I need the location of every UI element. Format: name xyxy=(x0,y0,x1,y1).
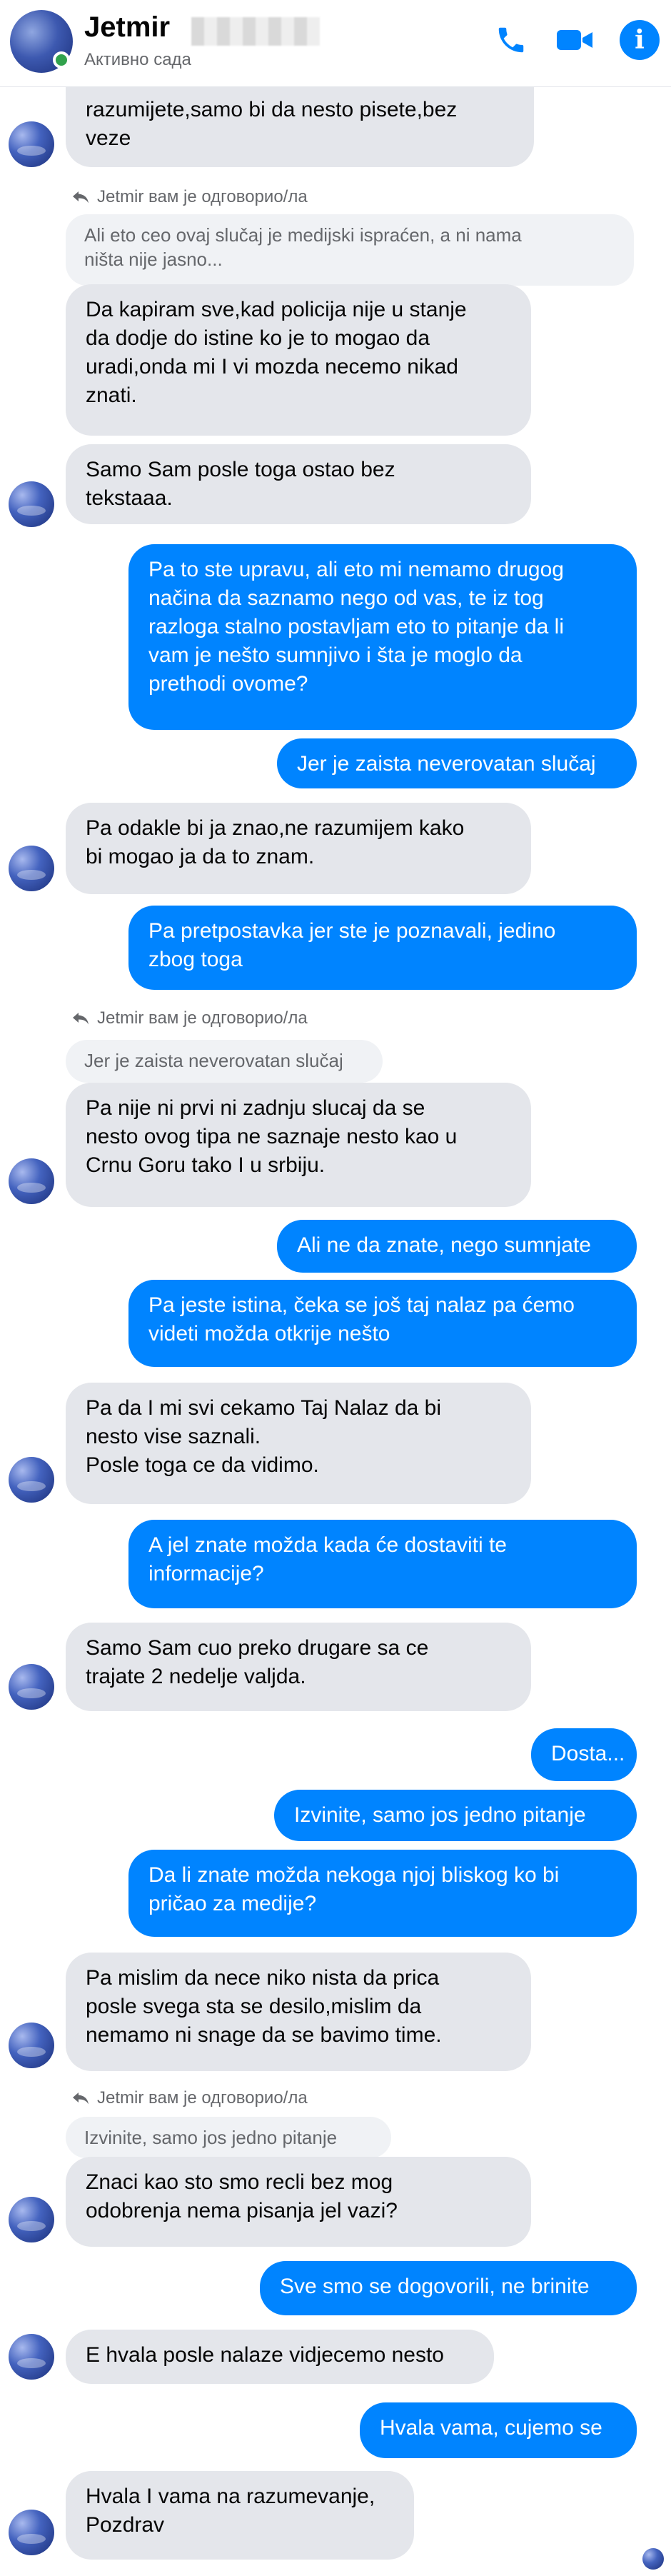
chat-header: Jetmir Активно сада i xyxy=(0,0,671,87)
incoming-message[interactable]: razumijete,samo bi da nesto pisete,bez v… xyxy=(66,87,534,167)
quoted-message[interactable]: Jer je zaista neverovatan slučaj xyxy=(66,1040,383,1083)
quoted-message[interactable]: Izvinite, samo jos jedno pitanje xyxy=(66,2117,391,2158)
sender-avatar[interactable] xyxy=(9,121,54,167)
reply-indicator: Jetmir вам је одговорио/ла xyxy=(71,1008,308,1028)
phone-icon[interactable] xyxy=(490,19,533,61)
outgoing-message[interactable]: Da li znate možda nekoga njoj bliskog ko… xyxy=(128,1850,637,1937)
outgoing-message[interactable]: Pa jeste istina, čeka se još taj nalaz p… xyxy=(128,1280,637,1367)
quoted-message[interactable]: Ali eto ceo ovaj slučaj je medijski ispr… xyxy=(66,214,634,286)
reply-indicator: Jetmir вам је одговорио/ла xyxy=(71,187,308,207)
sender-avatar[interactable] xyxy=(9,846,54,891)
sender-avatar[interactable] xyxy=(9,2197,54,2242)
sender-avatar[interactable] xyxy=(9,2023,54,2068)
incoming-message[interactable]: Pa nije ni prvi ni zadnju slucaj da se n… xyxy=(66,1083,531,1207)
sender-avatar[interactable] xyxy=(9,1664,54,1710)
sender-avatar[interactable] xyxy=(9,2510,54,2555)
outgoing-message[interactable]: Dosta... xyxy=(531,1728,637,1781)
sender-avatar[interactable] xyxy=(9,2334,54,2380)
incoming-message[interactable]: E hvala posle nalaze vidjecemo nesto xyxy=(66,2330,494,2384)
outgoing-message[interactable]: A jel znate možda kada će dostaviti te i… xyxy=(128,1520,637,1608)
outgoing-message[interactable]: Ali ne da znate, nego sumnjate xyxy=(277,1220,637,1273)
sender-avatar[interactable] xyxy=(9,1158,54,1204)
reply-label-text: Jetmir вам је одговорио/ла xyxy=(97,187,308,206)
outgoing-message[interactable]: Hvala vama, cujemo se xyxy=(360,2402,637,2458)
reply-arrow-icon xyxy=(73,2093,89,2105)
reply-arrow-icon xyxy=(73,191,89,204)
contact-status: Активно сада xyxy=(84,50,191,69)
video-icon[interactable] xyxy=(554,19,597,61)
sender-avatar[interactable] xyxy=(9,481,54,527)
outgoing-message[interactable]: Pa to ste upravu, ali eto mi nemamo drug… xyxy=(128,544,637,730)
reply-arrow-icon xyxy=(73,1013,89,1025)
sender-avatar[interactable] xyxy=(9,1457,54,1503)
incoming-message[interactable]: Da kapiram sve,kad policija nije u stanj… xyxy=(66,284,531,436)
incoming-message[interactable]: Pa odakle bi ja znao,ne razumijem kako b… xyxy=(66,803,531,894)
redacted-surname xyxy=(191,17,320,46)
reply-label-text: Jetmir вам је одговорио/ла xyxy=(97,2088,308,2108)
incoming-message[interactable]: Hvala I vama na razumevanje, Pozdrav xyxy=(66,2471,414,2560)
online-status-dot xyxy=(53,51,70,69)
incoming-message[interactable]: Pa mislim da nece niko nista da prica po… xyxy=(66,1953,531,2071)
reply-indicator: Jetmir вам је одговорио/ла xyxy=(71,2088,308,2108)
info-icon[interactable]: i xyxy=(618,19,661,61)
incoming-message[interactable]: Samo Sam posle toga ostao bez tekstaaa. xyxy=(66,444,531,524)
incoming-message[interactable]: Samo Sam cuo preko drugare sa ce trajate… xyxy=(66,1623,531,1711)
seen-receipt-avatar xyxy=(642,2548,664,2570)
outgoing-message[interactable]: Izvinite, samo jos jedno pitanje xyxy=(274,1790,637,1841)
reply-label-text: Jetmir вам је одговорио/ла xyxy=(97,1008,308,1028)
incoming-message[interactable]: Znaci kao sto smo recli bez mog odobrenj… xyxy=(66,2157,531,2247)
outgoing-message[interactable]: Pa pretpostavka jer ste je poznavali, je… xyxy=(128,906,637,990)
outgoing-message[interactable]: Jer je zaista neverovatan slučaj xyxy=(277,738,637,788)
incoming-message[interactable]: Pa da I mi svi cekamo Taj Nalaz da bi ne… xyxy=(66,1383,531,1504)
contact-name[interactable]: Jetmir xyxy=(84,11,170,44)
outgoing-message[interactable]: Sve smo se dogovorili, ne brinite xyxy=(260,2261,637,2315)
